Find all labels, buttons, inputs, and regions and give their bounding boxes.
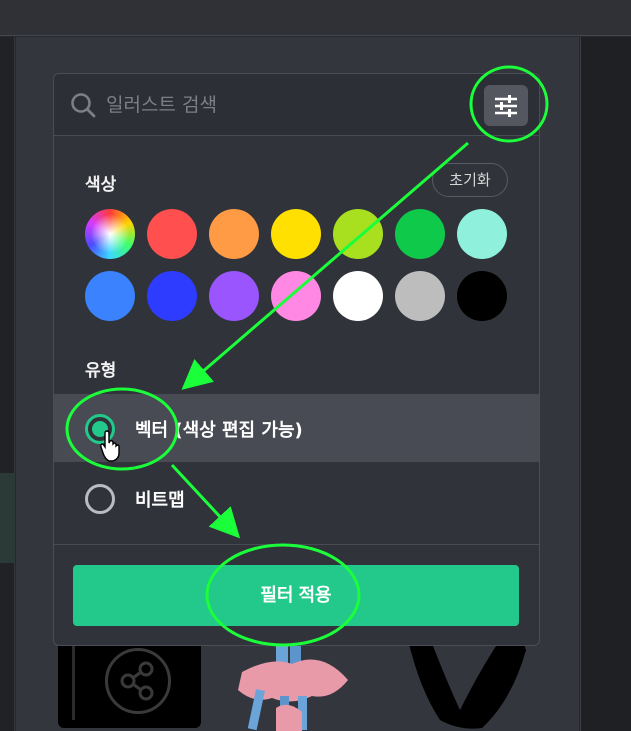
color-swatch-indigo[interactable] [147,271,197,321]
search-bar [54,74,539,136]
color-swatch-lime[interactable] [333,209,383,259]
sidebar-highlight [0,473,15,563]
color-swatch-purple[interactable] [209,271,259,321]
color-swatch-white[interactable] [333,271,383,321]
radio-button[interactable] [85,484,115,514]
type-option-label: 비트맵 [135,490,185,511]
sliders-icon [495,95,517,117]
color-swatch-mint[interactable] [457,209,507,259]
color-swatch-black[interactable] [457,271,507,321]
radio-button-selected[interactable] [85,414,115,444]
color-section-title: 색상 [85,175,117,195]
popup-footer: 필터 적용 [54,544,539,645]
color-swatch-red[interactable] [147,209,197,259]
share-icon [120,661,154,701]
illustration-filter-popup: 색상 초기화 유형 벡터 (색상 편집 가능) 비트맵 필터 적용 [53,73,540,646]
search-icon [71,93,96,118]
color-swatch-multicolor[interactable] [85,209,135,259]
reset-button[interactable]: 초기화 [432,163,508,197]
color-swatch-orange[interactable] [209,209,259,259]
type-section-title: 유형 [85,361,117,381]
apply-filter-button[interactable]: 필터 적용 [73,565,519,626]
color-swatch-yellow[interactable] [271,209,321,259]
type-option-bitmap[interactable]: 비트맵 [54,464,539,532]
color-swatch-green[interactable] [395,209,445,259]
top-bar [0,0,631,36]
type-option-vector[interactable]: 벡터 (색상 편집 가능) [54,394,539,462]
left-sidebar-strip [0,37,15,731]
search-input[interactable] [106,88,466,122]
type-option-label: 벡터 (색상 편집 가능) [135,420,303,441]
filter-toggle-button[interactable] [484,85,528,126]
canvas-area [580,37,631,731]
color-swatch-gray[interactable] [395,271,445,321]
color-swatch-pink[interactable] [271,271,321,321]
color-swatch-blue[interactable] [85,271,135,321]
